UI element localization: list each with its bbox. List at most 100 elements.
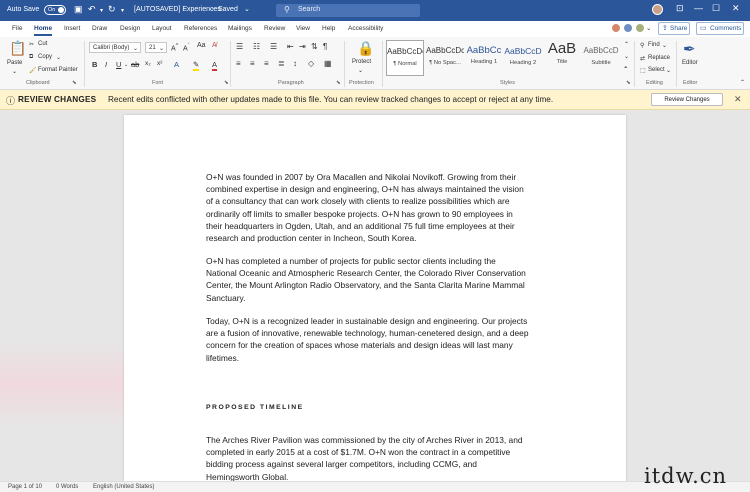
line-spacing-icon[interactable]: ↕	[293, 59, 297, 68]
collaborator-avatar[interactable]	[611, 23, 621, 33]
body-paragraph[interactable]: Today, O+N is a recognized leader in sus…	[206, 315, 546, 364]
tab-mailings[interactable]: Mailings	[228, 25, 252, 32]
paragraph-launcher-icon[interactable]: ⬊	[336, 80, 341, 86]
collaborator-avatar[interactable]	[635, 23, 645, 33]
find-icon[interactable]: ⚲	[640, 42, 644, 49]
editor-button[interactable]: Editor	[682, 60, 698, 66]
tab-home[interactable]: Home	[34, 25, 53, 36]
redo-icon[interactable]: ↻	[108, 4, 116, 15]
highlight-color-icon[interactable]: ✎	[193, 60, 200, 71]
tab-accessibility[interactable]: Accessibility	[348, 25, 383, 32]
align-center-icon[interactable]: ≡	[250, 59, 255, 68]
underline-dropdown-icon[interactable]: ⌄	[124, 62, 128, 68]
styles-launcher-icon[interactable]: ⬊	[626, 80, 631, 86]
body-paragraph[interactable]: O+N has completed a number of projects f…	[206, 255, 546, 304]
styles-more-icon[interactable]: ⩡	[624, 65, 627, 72]
close-icon[interactable]: ✕	[732, 3, 740, 14]
find-dropdown-icon[interactable]: ⌄	[662, 42, 667, 49]
sort-icon[interactable]: ⇅	[311, 42, 318, 51]
copy-icon[interactable]: ⧉	[29, 54, 33, 61]
copy-button[interactable]: Copy	[38, 54, 52, 60]
paste-icon[interactable]: 📋	[9, 40, 26, 57]
collapse-ribbon-icon[interactable]: ⌃	[740, 79, 745, 86]
styles-scroll-up-icon[interactable]: ⌃	[624, 41, 629, 48]
font-color-icon[interactable]: A	[212, 60, 218, 71]
tab-file[interactable]: File	[12, 25, 22, 32]
style-no-spacing[interactable]: AaBbCcDc ¶ No Spac...	[426, 40, 464, 76]
format-painter-icon[interactable]: 🖌	[29, 67, 37, 74]
user-avatar[interactable]	[652, 4, 663, 15]
superscript-icon[interactable]: x²	[157, 60, 162, 67]
protect-button[interactable]: Protect	[352, 59, 371, 65]
strikethrough-icon[interactable]: ab	[131, 60, 139, 69]
borders-icon[interactable]: ▦	[324, 59, 332, 68]
shading-icon[interactable]: ◇	[308, 59, 314, 68]
autosave-toggle[interactable]: On	[44, 5, 66, 15]
tab-insert[interactable]: Insert	[64, 25, 80, 32]
section-heading[interactable]: PROPOSED TIMELINE	[206, 404, 304, 411]
customize-toolbar-icon[interactable]: ▾	[121, 7, 124, 14]
font-family-select[interactable]: Calibri (Body) ⌄	[89, 42, 141, 53]
body-paragraph[interactable]: O+N was founded in 2007 by Ora Macallen …	[206, 171, 546, 244]
language-indicator[interactable]: English (United States)	[93, 484, 154, 490]
save-icon[interactable]: ▣	[74, 4, 83, 15]
style-heading-1[interactable]: AaBbCc Heading 1	[465, 40, 503, 76]
review-changes-button[interactable]: Review Changes	[651, 93, 723, 106]
clear-formatting-icon[interactable]: A̸	[212, 42, 217, 49]
saved-dropdown-icon[interactable]: ⌄	[244, 5, 250, 13]
tab-help[interactable]: Help	[322, 25, 335, 32]
body-paragraph[interactable]: The Arches River Pavilion was commission…	[206, 434, 546, 483]
minimize-icon[interactable]: —	[694, 3, 703, 13]
tab-references[interactable]: References	[184, 25, 217, 32]
multilevel-list-icon[interactable]: ☰	[270, 42, 277, 51]
maximize-icon[interactable]: ☐	[712, 3, 720, 14]
italic-icon[interactable]: I	[105, 60, 107, 69]
bold-icon[interactable]: B	[92, 60, 97, 69]
select-dropdown-icon[interactable]: ⌄	[666, 67, 671, 74]
tab-design[interactable]: Design	[120, 25, 140, 32]
bullets-icon[interactable]: ☰	[236, 42, 243, 51]
cut-button[interactable]: Cut	[38, 41, 47, 47]
text-effects-icon[interactable]: A	[174, 60, 179, 69]
font-launcher-icon[interactable]: ⬊	[224, 80, 229, 86]
word-count[interactable]: 0 Words	[56, 484, 78, 490]
page-count[interactable]: Page 1 of 10	[8, 484, 42, 490]
styles-scroll-down-icon[interactable]: ⌄	[624, 53, 629, 60]
show-formatting-icon[interactable]: ¶	[323, 42, 327, 51]
editor-icon[interactable]: ✒	[683, 40, 696, 58]
copy-dropdown-icon[interactable]: ⌄	[56, 54, 61, 61]
increase-indent-icon[interactable]: ⇥	[299, 42, 306, 51]
document-page[interactable]: O+N was founded in 2007 by Ora Macallen …	[124, 115, 626, 483]
undo-dropdown-icon[interactable]: ▾	[100, 7, 103, 14]
shrink-font-icon[interactable]: Aˇ	[183, 43, 190, 52]
collaborators-dropdown-icon[interactable]: ⌄	[646, 24, 651, 32]
share-button[interactable]: ⇪ Share	[658, 22, 690, 35]
tab-layout[interactable]: Layout	[152, 25, 172, 32]
style-heading-2[interactable]: AaBbCcD Heading 2	[504, 40, 542, 76]
justify-icon[interactable]: ≣	[278, 59, 285, 68]
tab-draw[interactable]: Draw	[92, 25, 107, 32]
align-left-icon[interactable]: ≡	[236, 59, 241, 68]
align-right-icon[interactable]: ≡	[264, 59, 269, 68]
comments-button[interactable]: ▭ Comments	[696, 22, 744, 35]
grow-font-icon[interactable]: A^	[171, 43, 178, 52]
font-size-select[interactable]: 21 ⌄	[145, 42, 167, 53]
subscript-icon[interactable]: x₂	[145, 60, 151, 67]
style-subtitle[interactable]: AaBbCcD Subtitle	[582, 40, 620, 76]
change-case-icon[interactable]: Aa	[197, 42, 206, 49]
ribbon-display-icon[interactable]: ⊡	[676, 3, 684, 14]
clipboard-launcher-icon[interactable]: ⬊	[72, 80, 77, 86]
replace-icon[interactable]: ⇄	[640, 55, 645, 62]
collaborator-avatar[interactable]	[623, 23, 633, 33]
replace-button[interactable]: Replace	[648, 55, 670, 61]
select-button[interactable]: Select	[648, 67, 665, 73]
select-icon[interactable]: ⬚	[640, 67, 646, 74]
underline-icon[interactable]: U	[116, 60, 121, 69]
decrease-indent-icon[interactable]: ⇤	[287, 42, 294, 51]
paste-button[interactable]: Paste	[7, 60, 22, 66]
protect-dropdown-icon[interactable]: ⌄	[358, 67, 363, 74]
undo-icon[interactable]: ↶	[88, 4, 96, 15]
format-painter-button[interactable]: Format Painter	[38, 67, 78, 73]
paste-dropdown-icon[interactable]: ⌄	[12, 68, 17, 75]
style-title[interactable]: AaB Title	[543, 40, 581, 76]
